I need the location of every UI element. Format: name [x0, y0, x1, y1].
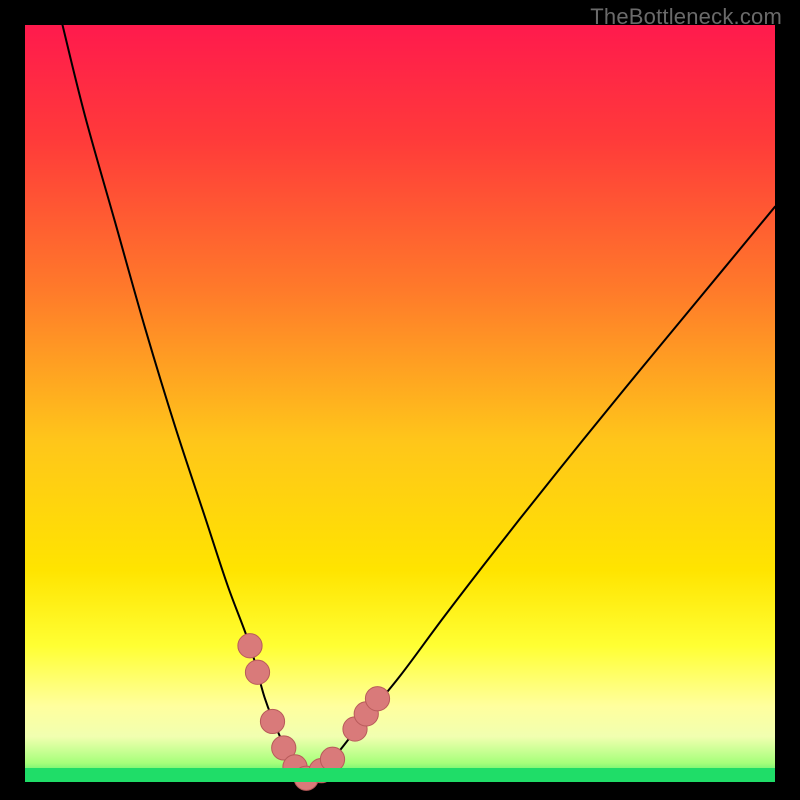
threshold-marker: [245, 660, 269, 684]
bottleneck-chart: [0, 0, 800, 800]
watermark-text: TheBottleneck.com: [590, 4, 782, 30]
threshold-marker: [320, 747, 344, 771]
threshold-marker: [238, 634, 262, 658]
optimal-band: [25, 768, 775, 782]
threshold-marker: [365, 687, 389, 711]
chart-container: TheBottleneck.com: [0, 0, 800, 800]
plot-background: [25, 25, 775, 782]
threshold-marker: [260, 709, 284, 733]
